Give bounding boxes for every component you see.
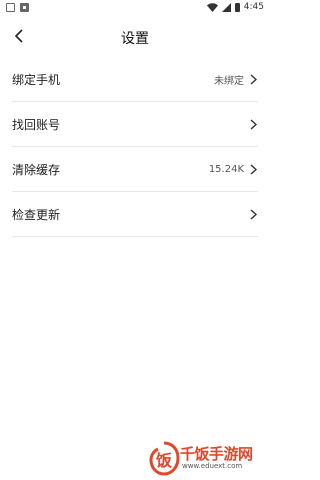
chevron-right-icon <box>248 208 258 220</box>
settings-item-check-update[interactable]: 检查更新 <box>12 192 258 237</box>
chevron-right-icon <box>248 73 258 85</box>
cache-size-value: 15.24K <box>208 163 244 175</box>
settings-item-label: 绑定手机 <box>12 72 61 87</box>
download-icon <box>20 3 29 12</box>
signal-icon <box>221 2 231 12</box>
page-title: 设置 <box>121 31 149 47</box>
image-icon <box>6 3 15 12</box>
watermark: 饭 千饭手游网 www.eduext.com <box>148 441 266 477</box>
svg-text:饭: 饭 <box>155 451 172 470</box>
settings-item-label: 检查更新 <box>12 207 61 222</box>
bind-status-value: 未绑定 <box>214 75 244 87</box>
battery-icon <box>234 2 240 12</box>
settings-item-label: 清除缓存 <box>12 162 61 177</box>
settings-item-label: 找回账号 <box>12 117 61 132</box>
header: 设置 <box>0 18 270 54</box>
settings-list: 绑定手机 未绑定 找回账号 清除缓存 15.24K 检查更新 <box>12 57 258 237</box>
settings-item-bind-phone[interactable]: 绑定手机 未绑定 <box>12 57 258 102</box>
wifi-icon <box>206 2 218 12</box>
chevron-right-icon <box>248 163 258 175</box>
status-bar: 4:45 <box>0 0 270 16</box>
status-time: 4:45 <box>243 2 264 12</box>
watermark-name: 千饭手游网 <box>180 445 253 463</box>
watermark-url: www.eduext.com <box>182 462 243 470</box>
watermark-logo: 饭 <box>149 441 180 476</box>
chevron-right-icon <box>248 118 258 130</box>
settings-item-recover-account[interactable]: 找回账号 <box>12 102 258 147</box>
settings-item-clear-cache[interactable]: 清除缓存 15.24K <box>12 147 258 192</box>
